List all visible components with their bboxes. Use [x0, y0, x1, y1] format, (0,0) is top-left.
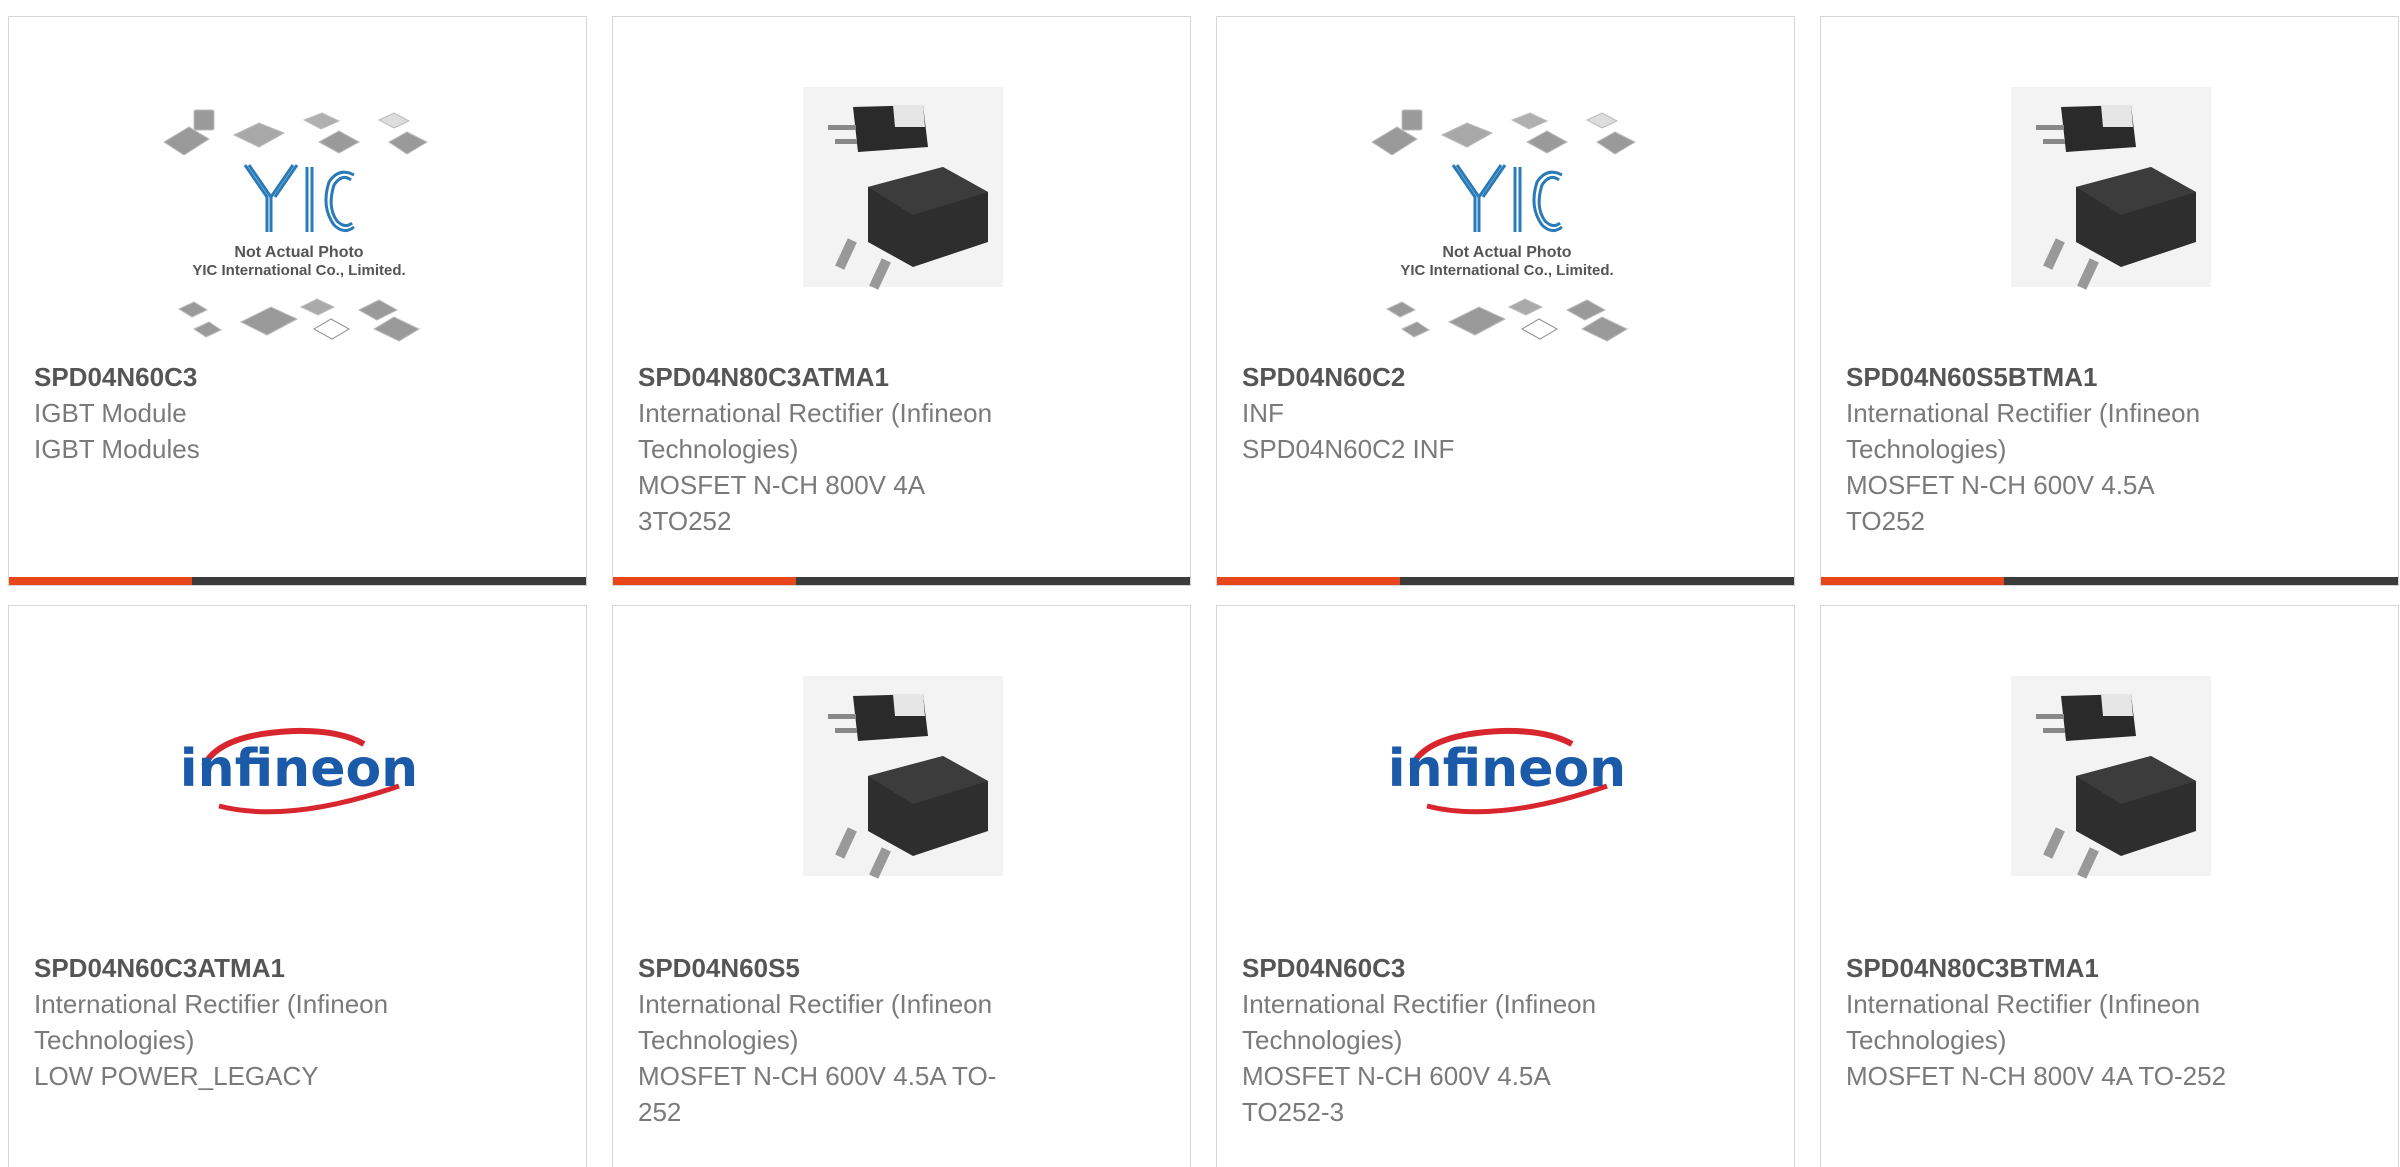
part-number[interactable]: SPD04N60S5BTMA1 — [1846, 359, 2373, 395]
infineon-logo-image: infineon — [1388, 727, 1626, 815]
product-line: MOSFET N-CH 800V 4A TO-252 — [1846, 1061, 2227, 1091]
card-bar — [613, 577, 1190, 585]
product-line: 3TO252 — [638, 506, 732, 536]
part-number[interactable]: SPD04N60C3 — [1242, 950, 1769, 986]
product-line: International Rectifier (Infineon — [638, 398, 993, 428]
to252-package-image — [2011, 87, 2211, 290]
product-info: SPD04N80C3BTMA1 International Rectifier … — [1846, 950, 2373, 1094]
product-image: Not Actual Photo YIC International Co., … — [1217, 17, 1794, 357]
product-line: International Rectifier (Infineon — [1846, 398, 2201, 428]
card-bar — [1217, 577, 1794, 585]
product-image — [1821, 17, 2398, 357]
part-number[interactable]: SPD04N60C3ATMA1 — [34, 950, 561, 986]
product-image: Not Actual Photo YIC International Co., … — [9, 17, 586, 357]
product-card[interactable]: SPD04N80C3ATMA1 International Rectifier … — [612, 16, 1191, 586]
card-bar — [9, 577, 586, 585]
product-line: INF — [1242, 398, 1284, 428]
placeholder-note: Not Actual Photo — [1442, 244, 1571, 261]
to252-package-image — [2011, 676, 2211, 879]
product-card[interactable]: Not Actual Photo YIC International Co., … — [1216, 16, 1795, 586]
product-line: IGBT Module — [34, 398, 187, 428]
to252-package-image — [803, 676, 1003, 879]
part-number[interactable]: SPD04N80C3BTMA1 — [1846, 950, 2373, 986]
placeholder-company: YIC International Co., Limited. — [1400, 262, 1613, 279]
yic-placeholder-image: Not Actual Photo YIC International Co., … — [1371, 109, 1637, 342]
placeholder-company: YIC International Co., Limited. — [192, 262, 405, 279]
product-line: IGBT Modules — [34, 434, 200, 464]
card-bar-accent — [1217, 577, 1400, 585]
infineon-logo-image: infineon — [180, 727, 418, 815]
product-line: International Rectifier (Infineon — [638, 989, 993, 1019]
product-line: International Rectifier (Infineon — [34, 989, 389, 1019]
infineon-logo-text: infineon — [1388, 739, 1626, 799]
product-line: Technologies) — [34, 1025, 195, 1055]
product-info: SPD04N60C3ATMA1 International Rectifier … — [34, 950, 561, 1094]
product-line: MOSFET N-CH 600V 4.5A TO- — [638, 1061, 997, 1091]
product-line: MOSFET N-CH 600V 4.5A — [1242, 1061, 1551, 1091]
product-info: SPD04N80C3ATMA1 International Rectifier … — [638, 359, 1165, 539]
product-card[interactable]: Not Actual Photo YIC International Co., … — [8, 16, 587, 586]
yic-placeholder-image: Not Actual Photo YIC International Co., … — [163, 109, 429, 342]
product-card[interactable]: SPD04N60S5BTMA1 International Rectifier … — [1820, 16, 2399, 586]
product-card[interactable]: SPD04N80C3BTMA1 International Rectifier … — [1820, 605, 2399, 1167]
product-image — [613, 606, 1190, 946]
card-bar-accent — [9, 577, 192, 585]
product-line: International Rectifier (Infineon — [1846, 989, 2201, 1019]
to252-package-image — [803, 87, 1003, 290]
card-bar — [1821, 577, 2398, 585]
product-line: TO252 — [1846, 506, 1926, 536]
product-card[interactable]: infineon SPD04N60C3 International Rectif… — [1216, 605, 1795, 1167]
part-number[interactable]: SPD04N80C3ATMA1 — [638, 359, 1165, 395]
product-line: MOSFET N-CH 800V 4A — [638, 470, 926, 500]
product-line: Technologies) — [1846, 1025, 2007, 1055]
product-line: Technologies) — [1242, 1025, 1403, 1055]
product-line: LOW POWER_LEGACY — [34, 1061, 319, 1091]
product-card[interactable]: infineon SPD04N60C3ATMA1 International R… — [8, 605, 587, 1167]
card-bar-accent — [613, 577, 796, 585]
product-line: TO252-3 — [1242, 1097, 1345, 1127]
part-number[interactable]: SPD04N60S5 — [638, 950, 1165, 986]
part-number[interactable]: SPD04N60C2 — [1242, 359, 1769, 395]
product-info: SPD04N60S5 International Rectifier (Infi… — [638, 950, 1165, 1130]
product-grid: Not Actual Photo YIC International Co., … — [0, 0, 2400, 1167]
product-line: International Rectifier (Infineon — [1242, 989, 1597, 1019]
product-info: SPD04N60C2 INF SPD04N60C2 INF — [1242, 359, 1769, 467]
product-line: Technologies) — [638, 434, 799, 464]
product-card[interactable]: SPD04N60S5 International Rectifier (Infi… — [612, 605, 1191, 1167]
product-line: 252 — [638, 1097, 682, 1127]
placeholder-note: Not Actual Photo — [234, 244, 363, 261]
product-line: Technologies) — [638, 1025, 799, 1055]
part-number[interactable]: SPD04N60C3 — [34, 359, 561, 395]
product-line: Technologies) — [1846, 434, 2007, 464]
infineon-logo-text: infineon — [180, 739, 418, 799]
product-image — [1821, 606, 2398, 946]
product-info: SPD04N60C3 IGBT Module IGBT Modules — [34, 359, 561, 467]
product-line: SPD04N60C2 INF — [1242, 434, 1455, 464]
product-line: MOSFET N-CH 600V 4.5A — [1846, 470, 2155, 500]
product-image: infineon — [1217, 606, 1794, 946]
product-info: SPD04N60C3 International Rectifier (Infi… — [1242, 950, 1769, 1130]
product-info: SPD04N60S5BTMA1 International Rectifier … — [1846, 359, 2373, 539]
product-image: infineon — [9, 606, 586, 946]
card-bar-accent — [1821, 577, 2004, 585]
product-image — [613, 17, 1190, 357]
